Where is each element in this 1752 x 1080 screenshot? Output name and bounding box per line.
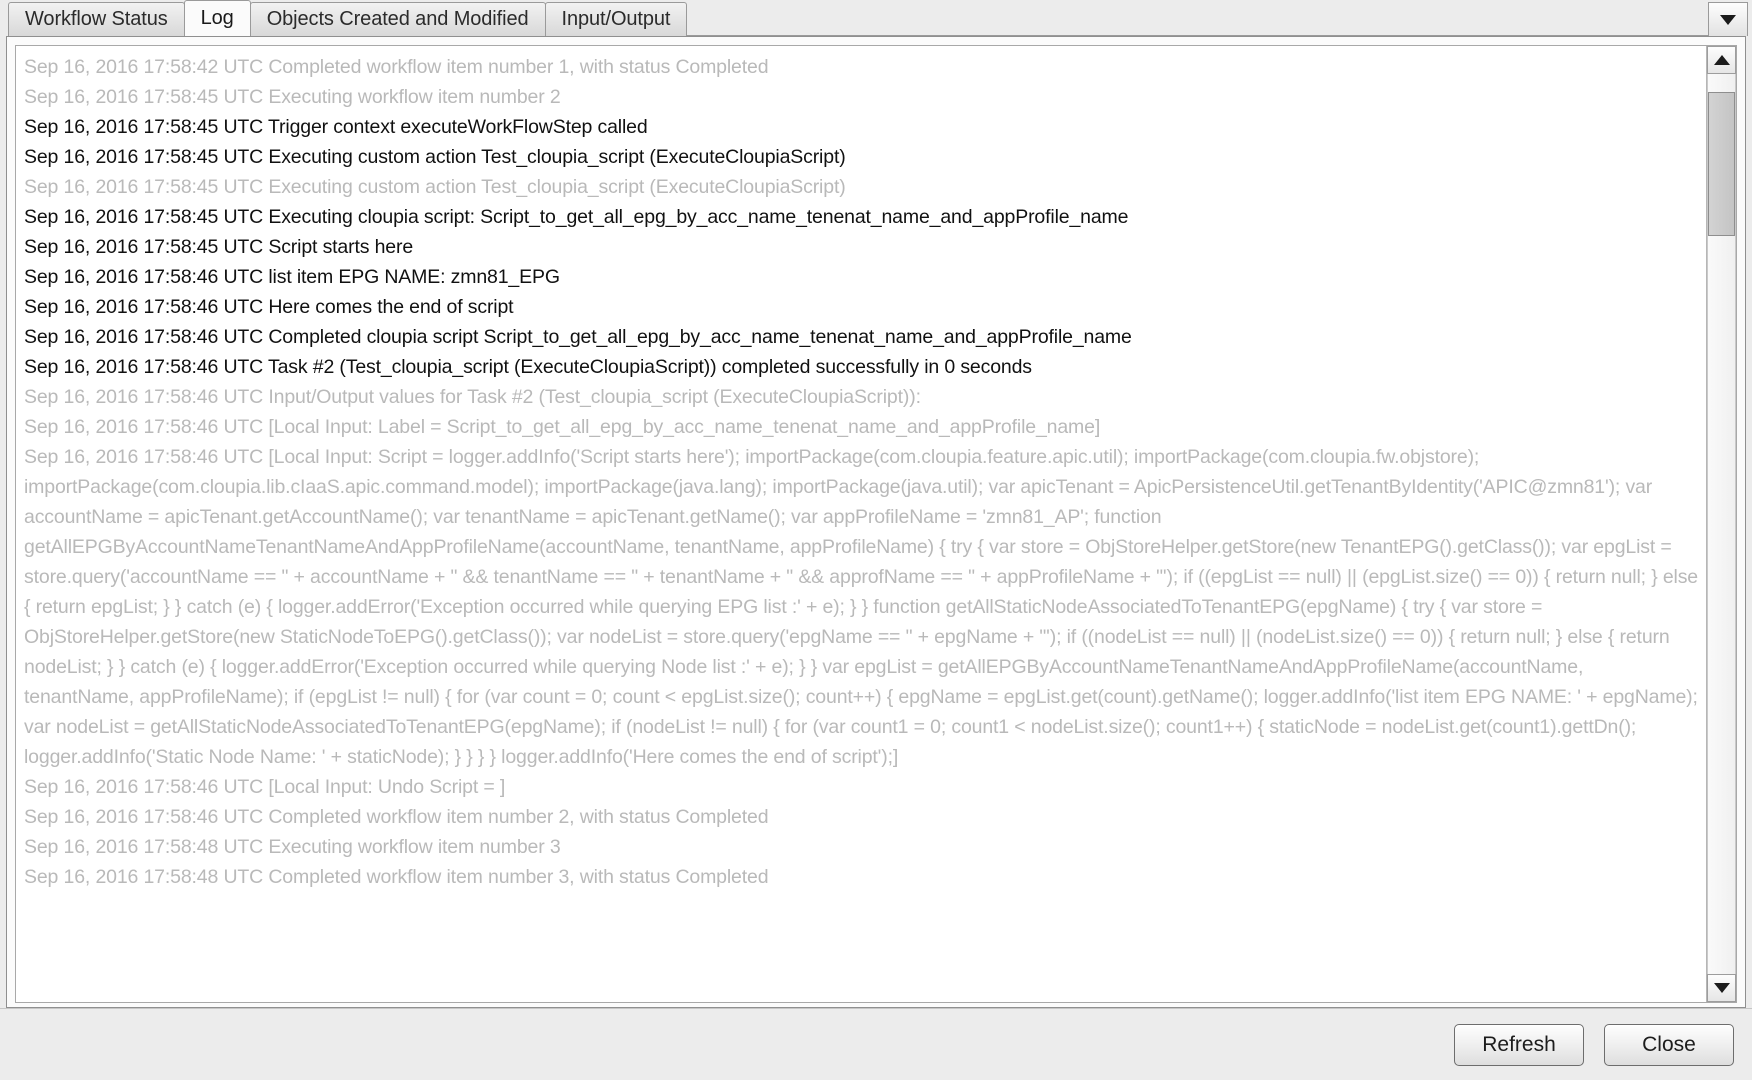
log-line: Sep 16, 2016 17:58:45 UTC Executing cust… [24, 146, 846, 168]
scroll-down-button[interactable] [1707, 974, 1736, 1002]
tab-overflow-button[interactable] [1708, 2, 1748, 36]
tab-bar-filler [686, 1, 1708, 36]
close-button-label: Close [1642, 1032, 1696, 1056]
log-line: Sep 16, 2016 17:58:45 UTC Script starts … [24, 236, 414, 258]
log-line: Sep 16, 2016 17:58:45 UTC Executing cust… [24, 176, 846, 198]
dialog-button-bar: Refresh Close [0, 1008, 1752, 1080]
log-line: Sep 16, 2016 17:58:46 UTC Completed work… [24, 806, 769, 828]
log-dialog: Workflow Status Log Objects Created and … [0, 0, 1752, 1080]
log-line: Sep 16, 2016 17:58:48 UTC Completed work… [24, 866, 769, 888]
log-line: Sep 16, 2016 17:58:46 UTC Input/Output v… [24, 386, 921, 408]
refresh-button-label: Refresh [1482, 1032, 1556, 1056]
tab-label: Input/Output [561, 8, 671, 30]
log-panel: Sep 16, 2016 17:58:42 UTC Completed work… [6, 36, 1746, 1008]
log-line: Sep 16, 2016 17:58:46 UTC [Local Input: … [24, 776, 506, 798]
tab-bar: Workflow Status Log Objects Created and … [0, 0, 1752, 36]
tab-input-output[interactable]: Input/Output [544, 2, 688, 36]
log-line: Sep 16, 2016 17:58:48 UTC Executing work… [24, 836, 561, 858]
chevron-down-icon [1720, 14, 1736, 25]
arrow-up-icon [1713, 55, 1730, 65]
scrollbar-track[interactable] [1707, 74, 1736, 974]
log-line: Sep 16, 2016 17:58:42 UTC Completed work… [24, 56, 769, 78]
log-line: Sep 16, 2016 17:58:46 UTC Task #2 (Test_… [24, 356, 1032, 378]
refresh-button[interactable]: Refresh [1454, 1023, 1584, 1066]
log-line: Sep 16, 2016 17:58:46 UTC Here comes the… [24, 296, 514, 318]
tab-workflow-status[interactable]: Workflow Status [8, 2, 185, 36]
arrow-down-icon [1713, 983, 1730, 993]
log-scroll-container: Sep 16, 2016 17:58:42 UTC Completed work… [15, 45, 1737, 1003]
log-vertical-scrollbar[interactable] [1706, 46, 1736, 1002]
log-line: Sep 16, 2016 17:58:46 UTC list item EPG … [24, 266, 560, 288]
log-line: Sep 16, 2016 17:58:45 UTC Trigger contex… [24, 116, 648, 138]
close-button[interactable]: Close [1604, 1023, 1734, 1066]
tab-label: Log [200, 7, 234, 29]
log-line: Sep 16, 2016 17:58:46 UTC Completed clou… [24, 326, 1132, 348]
tab-label: Workflow Status [25, 8, 168, 30]
tab-log[interactable]: Log [183, 0, 251, 36]
tab-objects-created-and-modified[interactable]: Objects Created and Modified [249, 2, 546, 36]
log-line: Sep 16, 2016 17:58:45 UTC Executing work… [24, 86, 561, 108]
log-text-area[interactable]: Sep 16, 2016 17:58:42 UTC Completed work… [16, 46, 1706, 1002]
log-line: Sep 16, 2016 17:58:45 UTC Executing clou… [24, 206, 1129, 228]
log-line: Sep 16, 2016 17:58:46 UTC [Local Input: … [24, 446, 1704, 768]
scroll-up-button[interactable] [1707, 46, 1736, 74]
tab-label: Objects Created and Modified [266, 8, 529, 30]
log-line: Sep 16, 2016 17:58:46 UTC [Local Input: … [24, 416, 1101, 438]
scrollbar-thumb[interactable] [1708, 92, 1735, 236]
